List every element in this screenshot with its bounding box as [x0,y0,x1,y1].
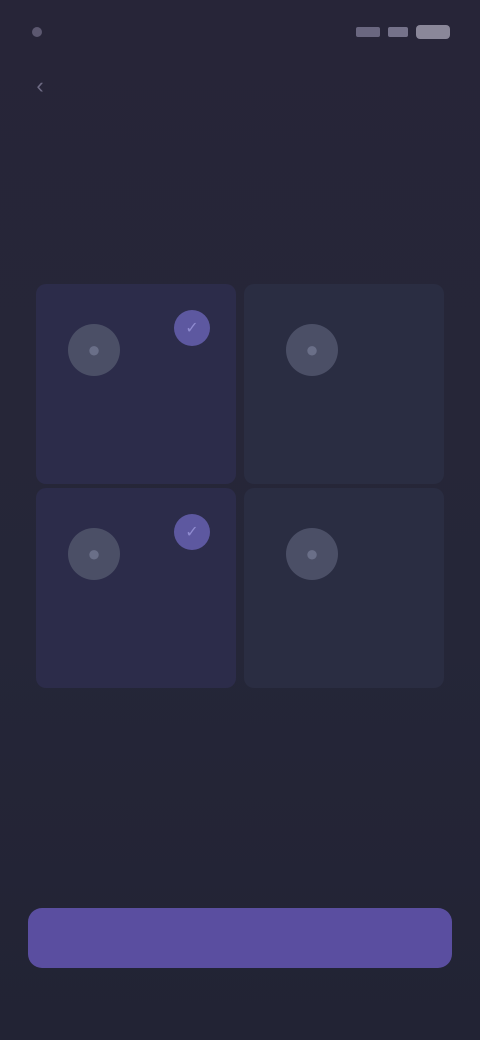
option-icon: ● [286,324,338,376]
option-icon: ● [68,528,120,580]
option-card-4[interactable]: ● [244,488,444,688]
continue-button[interactable] [28,908,452,968]
option-grid: ● ✓ ● ● ✓ ● [32,284,448,688]
signal-icon [356,27,380,37]
status-left [32,27,50,37]
check-icon: ✓ [174,310,210,346]
option-icon: ● [286,528,338,580]
option-icon: ● [68,324,120,376]
option-card-1[interactable]: ● ✓ [36,284,236,484]
wifi-icon [388,27,408,37]
option-card-3[interactable]: ● ✓ [36,488,236,688]
status-dot-icon [32,27,42,37]
option-card-2[interactable]: ● [244,284,444,484]
arrow-left-icon: ‹ [36,73,44,98]
status-icons [356,25,450,39]
battery-icon [416,25,450,39]
back-button[interactable]: ‹ [24,70,56,102]
status-bar [0,0,480,64]
check-icon: ✓ [174,514,210,550]
